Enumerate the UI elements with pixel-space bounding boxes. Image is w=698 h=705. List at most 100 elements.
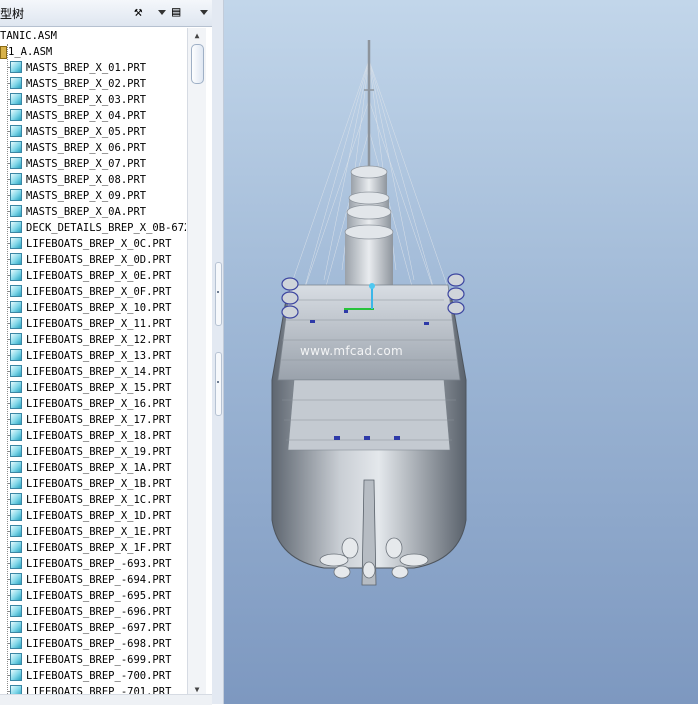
tree-horizontal-scrollbar[interactable]: [0, 694, 212, 705]
part-icon: [10, 573, 22, 585]
tree-part-label: LIFEBOATS_BREP_-698.PRT: [26, 638, 172, 650]
tree-part-label: LIFEBOATS_BREP_X_1B.PRT: [26, 478, 172, 490]
tree-part-label: LIFEBOATS_BREP_X_14.PRT: [26, 366, 172, 378]
part-icon: [10, 285, 22, 297]
tree-part-label: LIFEBOATS_BREP_X_11.PRT: [26, 318, 172, 330]
model-tree-panel: 型树 ⚒ ▤ TANIC.ASM 1_A.ASM MASTS_BREP_X_01…: [0, 0, 213, 705]
part-icon: [10, 141, 22, 153]
part-icon: [10, 669, 22, 681]
part-icon: [10, 605, 22, 617]
part-icon: [10, 77, 22, 89]
chevron-down-icon: [200, 10, 208, 15]
tree-part-label: MASTS_BREP_X_09.PRT: [26, 190, 147, 202]
tree-part-label: LIFEBOATS_BREP_X_0D.PRT: [26, 254, 172, 266]
part-icon: [10, 221, 22, 233]
panel-splitter[interactable]: [212, 0, 224, 704]
part-icon: [10, 237, 22, 249]
tree-part-label: MASTS_BREP_X_0A.PRT: [26, 206, 147, 218]
tree-part-label: LIFEBOATS_BREP_X_1C.PRT: [26, 494, 172, 506]
tree-part-label: LIFEBOATS_BREP_-695.PRT: [26, 590, 172, 602]
part-icon: [10, 621, 22, 633]
tree-connector-line: [7, 44, 8, 704]
part-icon: [10, 173, 22, 185]
tree-part-label: LIFEBOATS_BREP_X_12.PRT: [26, 334, 172, 346]
tree-settings-button[interactable]: ⚒: [134, 3, 166, 23]
watermark-text: www.mfcad.com: [300, 344, 403, 358]
tree-part-label: LIFEBOATS_BREP_X_15.PRT: [26, 382, 172, 394]
part-icon: [10, 397, 22, 409]
tree-part-label: LIFEBOATS_BREP_-699.PRT: [26, 654, 172, 666]
tree-part-label: LIFEBOATS_BREP_-697.PRT: [26, 622, 172, 634]
tree-part-label: LIFEBOATS_BREP_-693.PRT: [26, 558, 172, 570]
tree-part-label: LIFEBOATS_BREP_X_1E.PRT: [26, 526, 172, 538]
part-icon: [10, 381, 22, 393]
assembly-icon: [0, 46, 7, 59]
part-icon: [10, 461, 22, 473]
tree-part-label: LIFEBOATS_BREP_X_13.PRT: [26, 350, 172, 362]
model-tree-title: 型树: [0, 7, 25, 21]
part-icon: [10, 109, 22, 121]
ship-model: [271, 40, 467, 586]
model-tree: TANIC.ASM 1_A.ASM MASTS_BREP_X_01.PRT MAS…: [0, 28, 186, 704]
part-icon: [10, 317, 22, 329]
scrollbar-thumb[interactable]: [191, 44, 204, 84]
3d-viewport[interactable]: www.mfcad.com: [224, 0, 698, 704]
part-icon: [10, 477, 22, 489]
model-tree-header: 型树 ⚒ ▤: [0, 0, 212, 27]
part-icon: [10, 589, 22, 601]
tree-part-label: LIFEBOATS_BREP_X_0F.PRT: [26, 286, 172, 298]
tree-settings-icon: ⚒: [134, 4, 143, 20]
part-icon: [10, 557, 22, 569]
tree-part-label: MASTS_BREP_X_06.PRT: [26, 142, 147, 154]
tree-part-label: MASTS_BREP_X_03.PRT: [26, 94, 147, 106]
tree-part-label: MASTS_BREP_X_07.PRT: [26, 158, 147, 170]
part-icon: [10, 157, 22, 169]
part-icon: [10, 413, 22, 425]
tree-part-label: LIFEBOATS_BREP_X_17.PRT: [26, 414, 172, 426]
part-icon: [10, 93, 22, 105]
part-icon: [10, 365, 22, 377]
tree-assembly-label: 1_A.ASM: [8, 46, 53, 58]
part-icon: [10, 253, 22, 265]
splitter-grip-lower[interactable]: [215, 352, 222, 416]
splitter-grip-upper[interactable]: [215, 262, 222, 326]
scroll-up-icon[interactable]: ▲: [191, 30, 203, 42]
tree-part-label: MASTS_BREP_X_08.PRT: [26, 174, 147, 186]
part-icon: [10, 349, 22, 361]
part-icon: [10, 333, 22, 345]
part-icon: [10, 61, 22, 73]
tree-part-label: LIFEBOATS_BREP_X_16.PRT: [26, 398, 172, 410]
part-icon: [10, 205, 22, 217]
tree-part-label: LIFEBOATS_BREP_X_19.PRT: [26, 446, 172, 458]
tree-part-label: MASTS_BREP_X_05.PRT: [26, 126, 147, 138]
show-menu-button[interactable]: ▤: [172, 3, 208, 23]
tree-vertical-scrollbar[interactable]: ▲ ▼: [187, 28, 206, 704]
part-icon: [10, 301, 22, 313]
part-icon: [10, 637, 22, 649]
tree-part-label: LIFEBOATS_BREP_X_1A.PRT: [26, 462, 172, 474]
tree-part-label: LIFEBOATS_BREP_X_10.PRT: [26, 302, 172, 314]
tree-part-label: LIFEBOATS_BREP_-700.PRT: [26, 670, 172, 682]
tree-part-label: DECK_DETAILS_BREP_X_0B-672.: [26, 222, 186, 234]
part-icon: [10, 445, 22, 457]
tree-root-item[interactable]: TANIC.ASM: [0, 28, 57, 44]
tree-part-label: LIFEBOATS_BREP_X_1F.PRT: [26, 542, 172, 554]
tree-part-label: MASTS_BREP_X_02.PRT: [26, 78, 147, 90]
tree-part-label: LIFEBOATS_BREP_-696.PRT: [26, 606, 172, 618]
part-icon: [10, 493, 22, 505]
part-icon: [10, 125, 22, 137]
tree-part-label: LIFEBOATS_BREP_X_0C.PRT: [26, 238, 172, 250]
tree-part-label: LIFEBOATS_BREP_X_1D.PRT: [26, 510, 172, 522]
tree-part-label: LIFEBOATS_BREP_X_18.PRT: [26, 430, 172, 442]
part-icon: [10, 429, 22, 441]
part-icon: [10, 189, 22, 201]
tree-part-label: MASTS_BREP_X_04.PRT: [26, 110, 147, 122]
part-icon: [10, 509, 22, 521]
tree-part-label: MASTS_BREP_X_01.PRT: [26, 62, 147, 74]
tree-part-label: LIFEBOATS_BREP_X_0E.PRT: [26, 270, 172, 282]
part-icon: [10, 525, 22, 537]
chevron-down-icon: [158, 10, 166, 15]
part-icon: [10, 653, 22, 665]
show-menu-icon: ▤: [172, 4, 181, 20]
part-icon: [10, 269, 22, 281]
